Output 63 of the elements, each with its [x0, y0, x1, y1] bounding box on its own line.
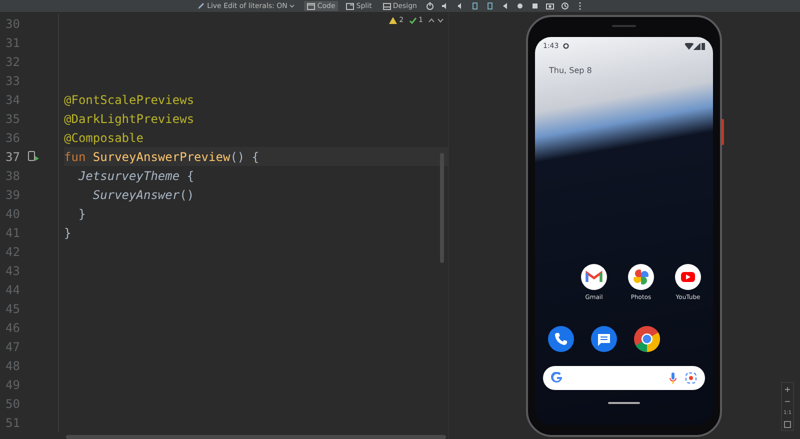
code-line: @FontScalePreviews: [64, 92, 194, 106]
layout-icon: [382, 2, 391, 10]
date-text: Thu, Sep 8: [549, 66, 593, 75]
chevron-down-icon: [289, 3, 296, 9]
mail-app-icon[interactable]: [581, 264, 607, 290]
code-line: @DarkLightPreviews: [64, 112, 194, 126]
back-icon[interactable]: [501, 2, 509, 10]
code-line: }: [64, 226, 72, 240]
check-icon: [408, 16, 417, 24]
line-number: 50: [4, 396, 20, 410]
line-number: 46: [4, 320, 20, 334]
lens-icon: [685, 372, 697, 384]
zoom-in-button[interactable]: +: [784, 385, 791, 394]
line-number: 30: [4, 16, 20, 30]
code-line: fun SurveyAnswerPreview() {: [64, 150, 260, 164]
line-number: 45: [4, 302, 20, 316]
line-number: 37: [4, 150, 20, 164]
zoom-out-button[interactable]: −: [784, 397, 791, 406]
line-number: 41: [4, 226, 20, 240]
line-number: 42: [4, 244, 20, 258]
search-bar[interactable]: [543, 366, 705, 390]
code-line: @Composable: [64, 130, 144, 144]
line-number: 48: [4, 358, 20, 372]
line-number: 35: [4, 112, 20, 126]
camera-icon[interactable]: [546, 2, 554, 10]
fit-screen-icon[interactable]: [784, 421, 791, 428]
code-line: SurveyAnswer(): [92, 188, 194, 202]
line-number: 34: [4, 92, 20, 106]
play-app-icon[interactable]: [675, 264, 701, 290]
g-logo-icon: [551, 372, 563, 384]
line-number: 38: [4, 168, 20, 182]
overview-icon[interactable]: [531, 2, 539, 10]
line-number: 36: [4, 130, 20, 144]
home-icon[interactable]: [516, 2, 524, 10]
chevron-up-icon: [428, 18, 435, 22]
line-number: 31: [4, 36, 20, 50]
line-number: 32: [4, 54, 20, 68]
line-number: 47: [4, 340, 20, 354]
code-line: JetsurveyTheme {: [77, 168, 194, 182]
line-number: 49: [4, 378, 20, 392]
layout-icon: [307, 2, 316, 10]
chat-app-icon[interactable]: [591, 326, 617, 352]
warning-icon: [389, 16, 398, 24]
signal-icon: [685, 42, 705, 50]
line-number: 43: [4, 264, 20, 278]
code-line: }: [77, 206, 86, 220]
line-number: 40: [4, 206, 20, 220]
line-number: 44: [4, 282, 20, 296]
line-number: 51: [4, 416, 20, 430]
layout-icon: [346, 2, 354, 10]
power-icon[interactable]: [426, 2, 434, 10]
phone-app-icon[interactable]: [548, 326, 574, 352]
run-preview-icon: [28, 151, 40, 162]
reset-icon[interactable]: [561, 2, 569, 10]
pinwheel-app-icon[interactable]: [628, 264, 654, 290]
pen-icon: [197, 2, 206, 10]
browser-app-icon[interactable]: [634, 326, 660, 352]
line-number: 39: [4, 188, 20, 202]
volume-up-icon[interactable]: [441, 2, 449, 10]
microphone-icon: [669, 372, 677, 384]
line-number: 33: [4, 74, 20, 88]
volume-down-icon[interactable]: [456, 2, 464, 10]
chevron-down-icon: [437, 18, 444, 22]
